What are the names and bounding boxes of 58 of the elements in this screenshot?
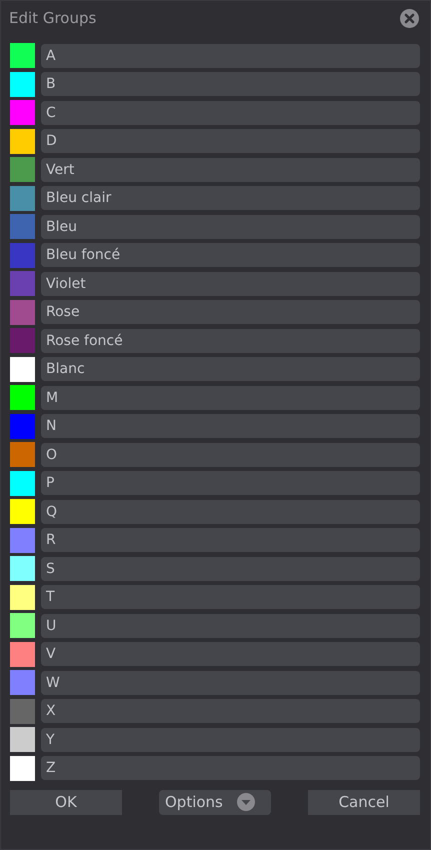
color-swatch[interactable]	[10, 670, 35, 695]
name-field[interactable]: O	[41, 442, 420, 466]
color-swatch[interactable]	[10, 442, 35, 467]
color-swatch[interactable]	[10, 385, 35, 410]
color-swatch[interactable]	[10, 470, 35, 496]
color-swatch[interactable]	[10, 698, 35, 724]
name-field[interactable]: Q	[41, 500, 420, 524]
color-swatch[interactable]	[10, 328, 35, 353]
color-swatch[interactable]	[10, 613, 35, 638]
name-field[interactable]: Blanc	[41, 357, 420, 381]
name-field[interactable]: Bleu clair	[41, 186, 420, 210]
color-swatch[interactable]	[10, 100, 35, 125]
name-field[interactable]: W	[41, 670, 420, 694]
name-field[interactable]: U	[41, 614, 420, 638]
name-field[interactable]: Rose foncé	[41, 328, 420, 352]
name-field[interactable]: B	[41, 72, 420, 96]
dialog-button[interactable]: Cancel	[308, 790, 420, 814]
dialog-button[interactable]: OK	[10, 790, 122, 814]
color-swatch[interactable]	[10, 242, 35, 268]
color-swatch[interactable]	[10, 414, 35, 438]
name-field[interactable]: Bleu foncé	[41, 243, 420, 267]
name-field[interactable]: T	[41, 585, 420, 609]
name-field[interactable]: C	[41, 100, 420, 124]
options-button[interactable]: Options	[159, 790, 271, 814]
color-swatch[interactable]	[10, 300, 35, 324]
color-swatch[interactable]	[10, 43, 35, 68]
color-swatch[interactable]	[10, 271, 35, 296]
color-swatch[interactable]	[10, 157, 35, 182]
color-swatch[interactable]	[10, 72, 35, 96]
window-title: Edit Groups	[9, 9, 96, 27]
name-field[interactable]: V	[41, 642, 420, 666]
color-swatch[interactable]	[10, 499, 35, 524]
name-field[interactable]: Violet	[41, 272, 420, 296]
caret-icon	[236, 793, 255, 811]
color-swatch[interactable]	[10, 756, 35, 780]
name-field[interactable]: S	[41, 556, 420, 580]
color-swatch[interactable]	[10, 528, 35, 552]
name-field[interactable]: D	[41, 129, 420, 153]
name-field[interactable]: P	[41, 471, 420, 495]
color-swatch[interactable]	[10, 642, 35, 666]
color-swatch[interactable]	[10, 128, 35, 154]
name-field[interactable]: A	[41, 44, 420, 68]
color-swatch[interactable]	[10, 556, 35, 581]
name-field[interactable]: Z	[41, 756, 420, 780]
name-field[interactable]: M	[41, 386, 420, 410]
color-swatch[interactable]	[10, 584, 35, 610]
color-swatch[interactable]	[10, 727, 35, 752]
name-field[interactable]: Y	[41, 728, 420, 752]
name-field[interactable]: Vert	[41, 158, 420, 182]
color-swatch[interactable]	[10, 356, 35, 382]
color-swatch[interactable]	[10, 186, 35, 210]
close-icon[interactable]	[400, 8, 419, 28]
name-field[interactable]: R	[41, 528, 420, 552]
name-field[interactable]: X	[41, 699, 420, 723]
name-field[interactable]: Rose	[41, 300, 420, 324]
color-swatch[interactable]	[10, 214, 35, 239]
name-field[interactable]: Bleu	[41, 214, 420, 238]
name-field[interactable]: N	[41, 414, 420, 438]
